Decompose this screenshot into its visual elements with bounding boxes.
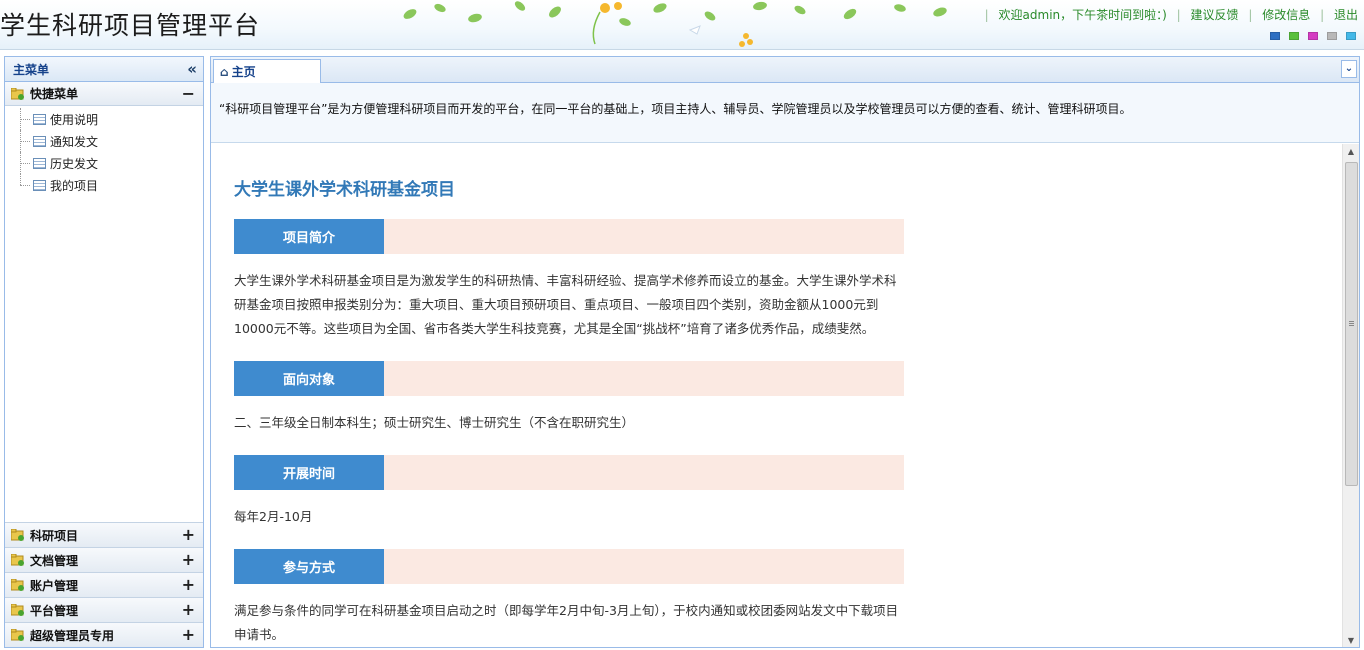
accordion-label: 账户管理 <box>30 578 79 593</box>
menu-item-notices[interactable]: 通知发文 <box>17 130 203 152</box>
main-menu-panel: 主菜单 « 快捷菜单 − 使用说明 通知发文 历史发文 我的项目 科研项目 + … <box>4 56 204 648</box>
menu-item-label: 使用说明 <box>50 112 99 127</box>
main-panel: ⌂ 主页 ⌄ “科研项目管理平台”是为方便管理科研项目而开发的平台，在同一平台的… <box>210 56 1360 648</box>
accordion-label: 快捷菜单 <box>30 87 79 101</box>
folder-icon <box>11 579 24 591</box>
table-icon <box>33 157 46 169</box>
article-title: 大学生课外学术科研基金项目 <box>234 180 455 200</box>
quick-menu-tree: 使用说明 通知发文 历史发文 我的项目 <box>5 106 203 196</box>
accordion-label: 科研项目 <box>30 528 79 543</box>
skin-cyan-swatch[interactable] <box>1346 32 1356 40</box>
logout-link[interactable]: 退出 <box>1334 8 1358 22</box>
accordion-super-admin[interactable]: 超级管理员专用 + <box>5 622 203 647</box>
grip-icon <box>1349 321 1354 327</box>
intro-banner: “科研项目管理平台”是为方便管理科研项目而开发的平台，在同一平台的基础上，项目主… <box>211 83 1359 143</box>
skin-green-swatch[interactable] <box>1289 32 1299 40</box>
folder-icon <box>11 629 24 641</box>
skin-selector <box>1270 32 1356 40</box>
accordion-quick-menu[interactable]: 快捷菜单 − <box>5 82 203 106</box>
accordion-label: 超级管理员专用 <box>30 628 115 643</box>
folder-icon <box>11 529 24 541</box>
section-header: 参与方式 <box>234 549 904 584</box>
section-heading: 开展时间 <box>234 455 384 490</box>
expand-icon[interactable]: + <box>182 525 195 544</box>
separator: | <box>1248 8 1253 22</box>
table-icon <box>33 179 46 191</box>
tab-home[interactable]: ⌂ 主页 <box>213 59 321 83</box>
folder-icon <box>11 87 24 100</box>
site-title: 学生科研项目管理平台 <box>0 11 261 40</box>
expand-icon[interactable]: + <box>182 575 195 594</box>
separator: | <box>984 8 989 22</box>
section-body: 二、三年级全日制本科生；硕士研究生、博士研究生（不含在职研究生） <box>234 415 635 430</box>
scroll-up-arrow-icon[interactable]: ▲ <box>1343 144 1359 160</box>
expand-icon[interactable]: + <box>182 600 195 619</box>
section-heading: 参与方式 <box>234 549 384 584</box>
expand-icon[interactable]: + <box>182 550 195 569</box>
skin-pink-swatch[interactable] <box>1308 32 1318 40</box>
section-body: 满足参与条件的同学可在科研基金项目启动之时（即每学年2月中旬-3月上旬），于校内… <box>234 603 899 642</box>
accordion-list: 科研项目 + 文档管理 + 账户管理 + 平台管理 + 超级管理员专用 + <box>5 522 203 647</box>
section-body: 每年2月-10月 <box>234 509 313 524</box>
home-icon: ⌂ <box>220 64 229 79</box>
collapse-left-icon[interactable]: « <box>187 60 197 78</box>
folder-icon <box>11 554 24 566</box>
accordion-label: 平台管理 <box>30 603 79 618</box>
menu-item-label: 历史发文 <box>50 156 99 171</box>
scroll-down-arrow-icon[interactable]: ▼ <box>1343 633 1359 647</box>
top-links: | 欢迎admin，下午茶时间到啦：) | 建议反馈 | 修改信息 | 退出 <box>979 6 1358 23</box>
collapse-icon[interactable]: − <box>182 84 195 103</box>
menu-item-label: 我的项目 <box>50 178 99 193</box>
section-heading: 面向对象 <box>234 361 384 396</box>
scrollbar-thumb[interactable] <box>1345 162 1358 486</box>
accordion-platform-management[interactable]: 平台管理 + <box>5 597 203 622</box>
accordion-document-management[interactable]: 文档管理 + <box>5 547 203 572</box>
expand-icon[interactable]: + <box>182 625 195 644</box>
separator: | <box>1320 8 1325 22</box>
skin-gray-swatch[interactable] <box>1327 32 1337 40</box>
feedback-link[interactable]: 建议反馈 <box>1191 8 1239 22</box>
main-menu-header: 主菜单 « <box>5 57 203 82</box>
accordion-research-projects[interactable]: 科研项目 + <box>5 522 203 547</box>
skin-blue-swatch[interactable] <box>1270 32 1280 40</box>
separator: | <box>1176 8 1181 22</box>
leaf-decoration-image <box>403 1 947 47</box>
menu-item-label: 通知发文 <box>50 134 99 149</box>
menu-item-history[interactable]: 历史发文 <box>17 152 203 174</box>
folder-icon <box>11 604 24 616</box>
menu-item-usage-guide[interactable]: 使用说明 <box>17 108 203 130</box>
menu-item-my-projects[interactable]: 我的项目 <box>17 174 203 196</box>
welcome-text: 欢迎admin，下午茶时间到啦：) <box>998 8 1167 22</box>
section-body: 大学生课外学术科研基金项目是为激发学生的科研热情、丰富科研经验、提高学术修养而设… <box>234 273 897 336</box>
accordion-account-management[interactable]: 账户管理 + <box>5 572 203 597</box>
section-heading: 项目简介 <box>234 219 384 254</box>
section-header: 面向对象 <box>234 361 904 396</box>
article-content: 大学生课外学术科研基金项目 项目简介 大学生课外学术科研基金项目是为激发学生的科… <box>211 144 1341 647</box>
tab-list-chevron-icon[interactable]: ⌄ <box>1341 60 1357 78</box>
edit-info-link[interactable]: 修改信息 <box>1262 8 1310 22</box>
section-header: 项目简介 <box>234 219 904 254</box>
tab-bar: ⌂ 主页 ⌄ <box>211 57 1359 83</box>
table-icon <box>33 113 46 125</box>
section-header: 开展时间 <box>234 455 904 490</box>
accordion-label: 文档管理 <box>30 553 79 568</box>
tab-label: 主页 <box>231 65 256 79</box>
vertical-scrollbar[interactable]: ▲ ▼ <box>1342 144 1359 647</box>
table-icon <box>33 135 46 147</box>
main-menu-title: 主菜单 <box>13 62 50 77</box>
header: 学生科研项目管理平台 | 欢迎admin，下午茶时间到啦：) | 建议反馈 | … <box>0 0 1364 50</box>
